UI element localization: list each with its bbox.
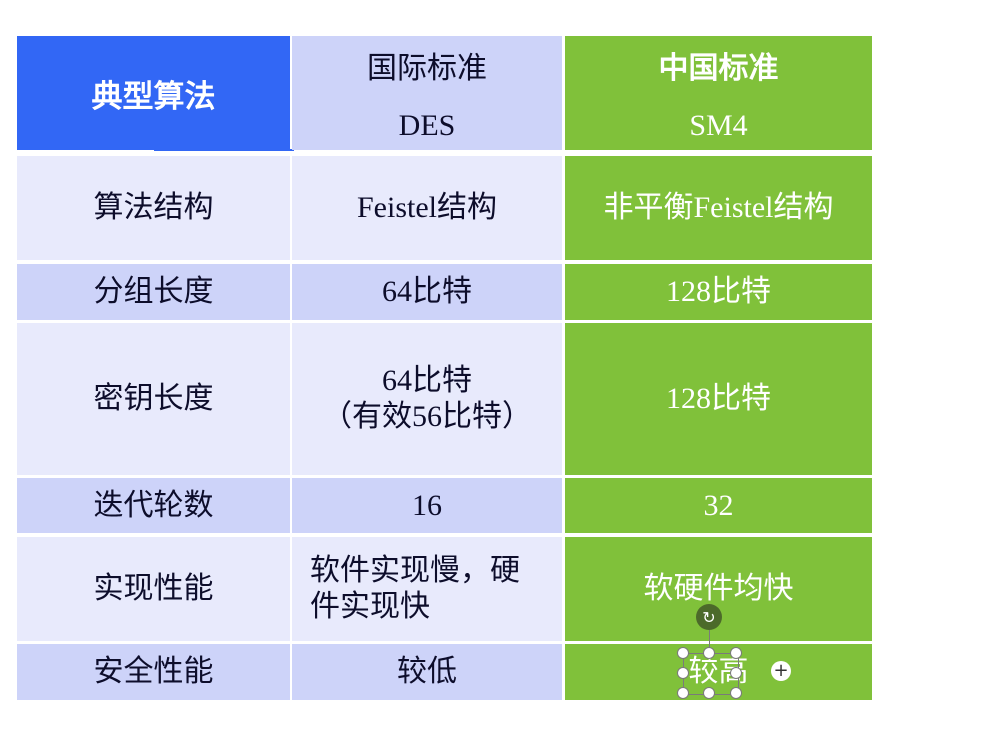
header-underline	[154, 149, 294, 151]
cell-des-rounds: 16	[292, 478, 562, 533]
cell-des-key-length: 64比特 （有效56比特）	[292, 323, 562, 475]
cell-des-performance: 软件实现慢，硬 件实现快	[292, 537, 562, 641]
cell-des-key-length-line2: （有效56比特）	[322, 400, 532, 433]
header-algorithm-label: 典型算法	[91, 78, 216, 115]
cell-des-key-length-line1: 64比特	[382, 364, 472, 397]
resize-handle-right[interactable]	[730, 667, 742, 679]
header-sm4: 中国标准 SM4	[565, 36, 872, 150]
resize-handle-bottom-right[interactable]	[730, 687, 742, 699]
cell-sm4-structure: 非平衡Feistel结构	[565, 156, 872, 260]
plus-icon[interactable]: +	[771, 661, 791, 681]
cell-des-performance-line1: 软件实现慢，硬	[310, 553, 520, 588]
row-label-block-length: 分组长度	[17, 264, 290, 320]
header-des-name: DES	[398, 109, 456, 142]
rotate-handle-icon[interactable]: ↻	[696, 604, 722, 630]
header-des: 国际标准 DES	[292, 36, 562, 150]
cell-des-structure: Feistel结构	[292, 156, 562, 260]
cell-sm4-block-length: 128比特	[565, 264, 872, 320]
cell-des-security: 较低	[292, 644, 562, 700]
header-algorithm: 典型算法	[17, 36, 290, 150]
row-label-security: 安全性能	[17, 644, 290, 700]
header-sm4-name: SM4	[689, 109, 748, 142]
cell-des-block-length: 64比特	[292, 264, 562, 320]
cell-sm4-rounds: 32	[565, 478, 872, 533]
row-label-rounds: 迭代轮数	[17, 478, 290, 533]
resize-handle-top-right[interactable]	[730, 647, 742, 659]
cell-des-performance-line2: 件实现快	[310, 589, 430, 624]
row-label-performance: 实现性能	[17, 537, 290, 641]
resize-handle-bottom-left[interactable]	[677, 687, 689, 699]
resize-handle-bottom[interactable]	[703, 687, 715, 699]
header-sm4-title: 中国标准	[658, 51, 779, 86]
cell-sm4-key-length: 128比特	[565, 323, 872, 475]
resize-handle-top-left[interactable]	[677, 647, 689, 659]
header-des-title: 国际标准	[367, 51, 487, 86]
row-label-structure: 算法结构	[17, 156, 290, 260]
resize-handle-top[interactable]	[703, 647, 715, 659]
resize-handle-left[interactable]	[677, 667, 689, 679]
row-label-key-length: 密钥长度	[17, 323, 290, 475]
